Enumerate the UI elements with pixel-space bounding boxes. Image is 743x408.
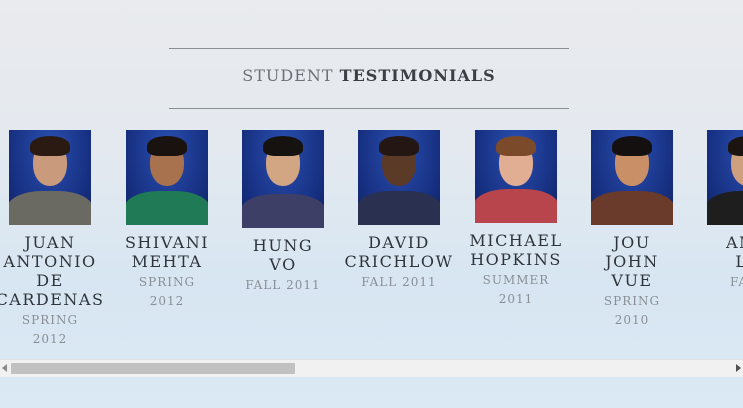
photo-body [358, 191, 440, 225]
photo-hair [263, 136, 303, 156]
student-photo[interactable] [242, 130, 324, 228]
student-name-line: DAVID [368, 233, 430, 252]
student-name-line: MEHTA [131, 252, 203, 271]
student-term-line: 2011 [498, 292, 534, 306]
student-photo[interactable] [591, 130, 673, 225]
photo-body [707, 191, 743, 225]
heading-bottom-rule [169, 108, 569, 109]
student-name: JUAN ANTONIO DE CARDENAS [0, 233, 108, 309]
student-name: MICHAEL HOPKINS [458, 231, 574, 269]
student-photo[interactable] [475, 130, 557, 223]
student-name-line: MICHAEL [469, 231, 563, 250]
testimonials-carousel[interactable]: JUAN ANTONIO DE CARDENAS SPRING 2012 SHIVANI ME… [0, 130, 743, 355]
student-term-line: SPRING [21, 313, 79, 327]
student-card[interactable]: SHIVANI MEHTA SPRING 2012 [109, 130, 225, 311]
student-name-line: VUE [611, 271, 653, 290]
student-card[interactable]: JOU JOHN VUE SPRING 2010 [574, 130, 690, 330]
student-name-line: DE [36, 271, 64, 290]
student-term: FALL 2011 [225, 276, 341, 295]
heading-light: STUDENT [242, 66, 334, 85]
student-photo[interactable] [358, 130, 440, 225]
student-term: FALL 2011 [341, 273, 457, 292]
student-term-line: SUMMER [482, 273, 550, 287]
student-photo[interactable] [126, 130, 208, 225]
heading-top-rule [169, 48, 569, 49]
student-name: HUNG VO [225, 236, 341, 274]
student-term: SPRING 2012 [109, 273, 225, 311]
student-term-line: FALL 2011 [361, 275, 437, 289]
student-name-line: CARDENAS [0, 290, 105, 309]
photo-body [126, 191, 208, 225]
student-card[interactable]: DAVID CRICHLOW FALL 2011 [341, 130, 457, 292]
photo-hair [728, 136, 743, 156]
student-card[interactable]: MICHAEL HOPKINS SUMMER 2011 [458, 130, 574, 309]
student-name-line: LA [735, 252, 743, 271]
student-name-line: SHIVANI [124, 233, 210, 252]
photo-hair [496, 136, 536, 156]
student-name-line: JOU [613, 233, 651, 252]
student-name-line: VO [269, 255, 297, 274]
student-photo[interactable] [707, 130, 743, 225]
student-name: SHIVANI MEHTA [109, 233, 225, 271]
arrow-right-icon[interactable] [736, 364, 741, 372]
student-term-line: SPRING [603, 294, 661, 308]
student-term-line: 2012 [32, 332, 68, 346]
student-name-line: JOHN [605, 252, 659, 271]
student-name: AMALA [690, 233, 743, 271]
student-photo[interactable] [9, 130, 91, 225]
student-name-line: HUNG [252, 236, 314, 255]
student-name: JOU JOHN VUE [574, 233, 690, 290]
photo-body [475, 189, 557, 223]
section-heading: STUDENT TESTIMONIALS [169, 66, 569, 85]
student-term: SUMMER 2011 [458, 271, 574, 309]
student-name-line: JUAN [24, 233, 76, 252]
student-name-line: HOPKINS [470, 250, 562, 269]
student-term-line: 2010 [614, 313, 650, 327]
student-term: SPRING 2010 [574, 292, 690, 330]
student-card[interactable]: JUAN ANTONIO DE CARDENAS SPRING 2012 [0, 130, 108, 349]
student-term-line: FALL 2011 [245, 278, 321, 292]
student-term-line: SPRING [138, 275, 196, 289]
photo-hair [612, 136, 652, 156]
photo-body [591, 191, 673, 225]
student-card[interactable]: AMALA FALL [690, 130, 743, 292]
photo-hair [379, 136, 419, 156]
student-name-line: ANTONIO [3, 252, 97, 271]
horizontal-scrollbar[interactable] [0, 359, 743, 377]
student-term: SPRING 2012 [0, 311, 108, 349]
student-term-line: 2012 [149, 294, 185, 308]
student-term-line: FALL [730, 275, 743, 289]
arrow-left-icon[interactable] [2, 364, 7, 372]
heading-bold: TESTIMONIALS [339, 66, 496, 85]
student-name-line: AMA [726, 233, 743, 252]
photo-body [242, 194, 324, 228]
student-term: FALL [690, 273, 743, 292]
student-name: DAVID CRICHLOW [341, 233, 457, 271]
scrollbar-thumb[interactable] [11, 363, 295, 374]
student-card[interactable]: HUNG VO FALL 2011 [225, 130, 341, 295]
photo-hair [147, 136, 187, 156]
photo-hair [30, 136, 70, 156]
student-name-line: CRICHLOW [344, 252, 454, 271]
photo-body [9, 191, 91, 225]
